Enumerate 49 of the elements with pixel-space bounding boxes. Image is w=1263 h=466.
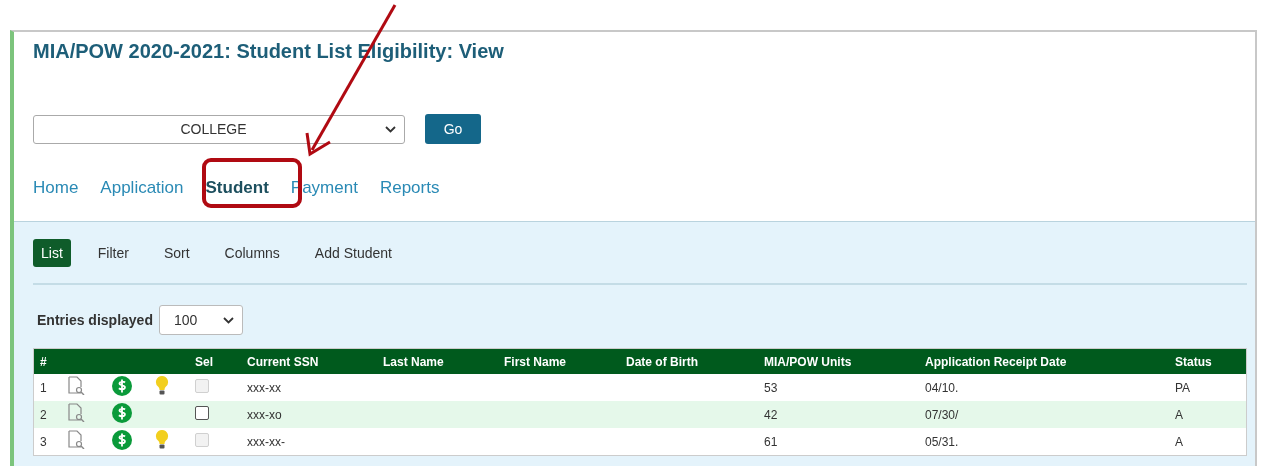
table-cell-text: 61 xyxy=(764,434,779,449)
table-cell-text: A xyxy=(1175,434,1184,449)
table-cell-text: 04/10. xyxy=(925,380,960,395)
table-cell-text: 42 xyxy=(764,407,779,422)
table-cell-text: 1 xyxy=(40,380,48,395)
column-header: Date of Birth xyxy=(626,354,699,369)
column-header: Status xyxy=(1175,354,1213,369)
select-checkbox[interactable] xyxy=(195,405,209,420)
sub-tab[interactable]: List xyxy=(33,239,71,267)
chevron-down-icon xyxy=(385,125,396,133)
column-header: Current SSN xyxy=(247,354,320,369)
table-row[interactable]: 2 xxx-xo 42 07/30/ A xyxy=(34,401,1246,428)
table-cell-text: xxx-xx xyxy=(247,380,282,395)
table-cell-text: 3 xyxy=(40,434,48,449)
dollar-icon[interactable] xyxy=(112,375,132,396)
nav-tab[interactable]: Home xyxy=(33,178,79,198)
document-search-icon[interactable] xyxy=(67,430,85,449)
chevron-down-icon xyxy=(222,316,234,324)
column-header: Application Receipt Date xyxy=(925,354,1068,369)
document-search-icon[interactable] xyxy=(67,403,85,422)
sub-tab[interactable]: Sort xyxy=(155,239,198,267)
nav-tab[interactable]: Student xyxy=(205,178,269,198)
table-cell-text: 53 xyxy=(764,380,779,395)
table-cell-text: 2 xyxy=(40,407,48,422)
table-cell-text: A xyxy=(1175,407,1184,422)
table-cell-text: xxx-xx- xyxy=(247,434,286,449)
nav-tab[interactable]: Reports xyxy=(379,178,440,198)
entries-label: Entries displayed xyxy=(37,312,153,328)
column-header: MIA/POW Units xyxy=(764,354,853,369)
sub-tab[interactable]: Columns xyxy=(216,239,288,267)
column-header: First Name xyxy=(504,354,568,369)
college-select[interactable]: COLLEGE xyxy=(33,114,405,144)
nav-tab[interactable]: Application xyxy=(100,178,184,198)
table-cell-text: 07/30/ xyxy=(925,407,960,422)
sub-tab[interactable]: Add Student xyxy=(306,239,400,267)
table-cell-text: xxx-xo xyxy=(247,407,283,422)
column-header: Sel xyxy=(195,354,214,369)
column-header: Last Name xyxy=(383,354,445,369)
lightbulb-icon xyxy=(155,375,169,396)
go-button[interactable]: Go xyxy=(425,114,481,144)
column-header: # xyxy=(40,354,48,369)
entries-select[interactable]: 100 xyxy=(158,305,243,335)
dollar-icon[interactable] xyxy=(112,429,132,450)
dollar-icon[interactable] xyxy=(112,402,132,423)
document-search-icon[interactable] xyxy=(67,376,85,395)
sub-tab[interactable]: Filter xyxy=(89,239,137,267)
table-cell-text: PA xyxy=(1175,380,1192,395)
lightbulb-icon xyxy=(155,429,169,450)
table-cell-text: 05/31. xyxy=(925,434,960,449)
